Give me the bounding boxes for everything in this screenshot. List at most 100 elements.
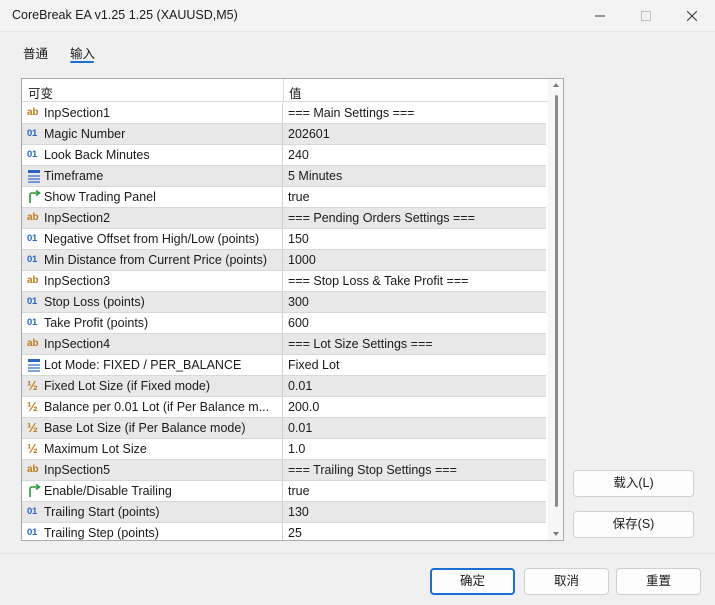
value-cell[interactable]: 202601 [288,127,330,141]
table-row[interactable]: ab InpSection2 === Pending Orders Settings… [22,208,546,229]
load-button[interactable]: 载入(L) [573,470,694,497]
variable-cell[interactable]: ab InpSection4 [22,334,283,354]
table-row[interactable]: ½ Maximum Lot Size 1.0 [22,439,546,460]
window-title: CoreBreak EA v1.25 1.25 (XAUUSD,M5) [12,8,238,22]
value-cell[interactable]: 5 Minutes [288,169,342,183]
variable-cell[interactable]: Lot Mode: FIXED / PER_BALANCE [22,355,283,375]
value-cell[interactable]: Fixed Lot [288,358,339,372]
double-type-icon: ½ [27,378,38,393]
variable-name: Enable/Disable Trailing [44,484,172,498]
double-type-icon: ½ [27,420,38,435]
variable-name: InpSection4 [44,337,111,351]
save-button[interactable]: 保存(S) [573,511,694,538]
integer-type-icon: 01 [27,506,37,517]
variable-cell[interactable]: ab InpSection2 [22,208,283,228]
integer-type-icon: 01 [27,149,37,160]
variable-cell[interactable]: 01 Negative Offset from High/Low (points) [22,229,283,249]
minimize-button[interactable] [577,0,623,32]
reset-button[interactable]: 重置 [616,568,701,595]
variable-cell[interactable]: 01 Min Distance from Current Price (point… [22,250,283,270]
variable-cell[interactable]: Show Trading Panel [22,187,283,207]
dialog-button-bar: 确定 取消 重置 [0,553,715,605]
value-cell[interactable]: 200.0 [288,400,319,414]
variable-cell[interactable]: ½ Fixed Lot Size (if Fixed mode) [22,376,283,396]
table-row[interactable]: 01 Magic Number 202601 [22,124,546,145]
table-row[interactable]: Lot Mode: FIXED / PER_BALANCE Fixed Lot [22,355,546,376]
table-row[interactable]: 01 Look Back Minutes 240 [22,145,546,166]
tab-inputs[interactable]: 输入 [70,43,95,62]
table-row[interactable]: Timeframe 5 Minutes [22,166,546,187]
table-row[interactable]: 01 Take Profit (points) 600 [22,313,546,334]
value-cell[interactable]: true [288,190,310,204]
variable-name: Min Distance from Current Price (points) [44,253,267,267]
table-row[interactable]: ½ Balance per 0.01 Lot (if Per Balance m.… [22,397,546,418]
table-row[interactable]: Enable/Disable Trailing true [22,481,546,502]
value-cell[interactable]: 150 [288,232,309,246]
table-row[interactable]: ab InpSection5 === Trailing Stop Settings … [22,460,546,481]
close-button[interactable] [669,0,715,32]
variable-cell[interactable]: Timeframe [22,166,283,186]
table-row[interactable]: ab InpSection3 === Stop Loss & Take Profit… [22,271,546,292]
value-cell[interactable]: 1000 [288,253,316,267]
variable-cell[interactable]: Enable/Disable Trailing [22,481,283,501]
variable-cell[interactable]: ½ Maximum Lot Size [22,439,283,459]
value-cell[interactable]: === Trailing Stop Settings === [288,463,457,477]
enum-list-icon [27,358,42,372]
header-separator[interactable] [283,79,284,102]
value-cell[interactable]: 300 [288,295,309,309]
cancel-button[interactable]: 取消 [524,568,609,595]
tab-general[interactable]: 普通 [23,43,48,62]
value-cell[interactable]: 25 [288,526,302,540]
value-cell[interactable]: 240 [288,148,309,162]
table-row[interactable]: ½ Base Lot Size (if Per Balance mode) 0.01 [22,418,546,439]
title-bar: CoreBreak EA v1.25 1.25 (XAUUSD,M5) [0,0,715,32]
variable-cell[interactable]: ab InpSection1 [22,103,283,123]
variable-cell[interactable]: ab InpSection5 [22,460,283,480]
value-cell[interactable]: 0.01 [288,421,312,435]
table-row[interactable]: 01 Negative Offset from High/Low (points)… [22,229,546,250]
table-row[interactable]: 01 Trailing Step (points) 25 [22,523,546,540]
header-variable[interactable]: 可变 [28,83,53,102]
value-cell[interactable]: true [288,484,310,498]
ok-button[interactable]: 确定 [430,568,515,595]
string-type-icon: ab [27,275,39,286]
table-row[interactable]: 01 Min Distance from Current Price (point… [22,250,546,271]
double-type-icon: ½ [27,441,38,456]
value-cell[interactable]: 600 [288,316,309,330]
value-cell[interactable]: === Main Settings === [288,106,414,120]
variable-cell[interactable]: ab InpSection3 [22,271,283,291]
scroll-down-arrow-icon[interactable] [552,530,560,538]
variable-cell[interactable]: 01 Stop Loss (points) [22,292,283,312]
variable-cell[interactable]: ½ Base Lot Size (if Per Balance mode) [22,418,283,438]
table-row[interactable]: 01 Stop Loss (points) 300 [22,292,546,313]
variable-cell[interactable]: 01 Trailing Step (points) [22,523,283,540]
variable-cell[interactable]: 01 Look Back Minutes [22,145,283,165]
value-cell[interactable]: 1.0 [288,442,305,456]
value-cell[interactable]: === Lot Size Settings === [288,337,433,351]
table-row[interactable]: ab InpSection4 === Lot Size Settings === [22,334,546,355]
variable-name: Show Trading Panel [44,190,156,204]
scroll-up-arrow-icon[interactable] [552,81,560,89]
variable-name: Stop Loss (points) [44,295,145,309]
table-row[interactable]: Show Trading Panel true [22,187,546,208]
header-value[interactable]: 值 [289,83,302,102]
vertical-scrollbar[interactable] [548,79,563,540]
value-cell[interactable]: 0.01 [288,379,312,393]
value-cell[interactable]: === Stop Loss & Take Profit === [288,274,468,288]
double-type-icon: ½ [27,399,38,414]
variable-cell[interactable]: ½ Balance per 0.01 Lot (if Per Balance m.… [22,397,283,417]
value-cell[interactable]: 130 [288,505,309,519]
variable-cell[interactable]: 01 Trailing Start (points) [22,502,283,522]
variable-name: Trailing Start (points) [44,505,160,519]
variable-cell[interactable]: 01 Magic Number [22,124,283,144]
scroll-thumb[interactable] [555,95,558,507]
table-row[interactable]: ½ Fixed Lot Size (if Fixed mode) 0.01 [22,376,546,397]
variable-name: Fixed Lot Size (if Fixed mode) [44,379,211,393]
enum-list-icon [27,169,42,183]
table-row[interactable]: ab InpSection1 === Main Settings === [22,103,546,124]
value-cell[interactable]: === Pending Orders Settings === [288,211,475,225]
string-type-icon: ab [27,338,39,349]
table-row[interactable]: 01 Trailing Start (points) 130 [22,502,546,523]
variable-cell[interactable]: 01 Take Profit (points) [22,313,283,333]
variable-name: Maximum Lot Size [44,442,147,456]
